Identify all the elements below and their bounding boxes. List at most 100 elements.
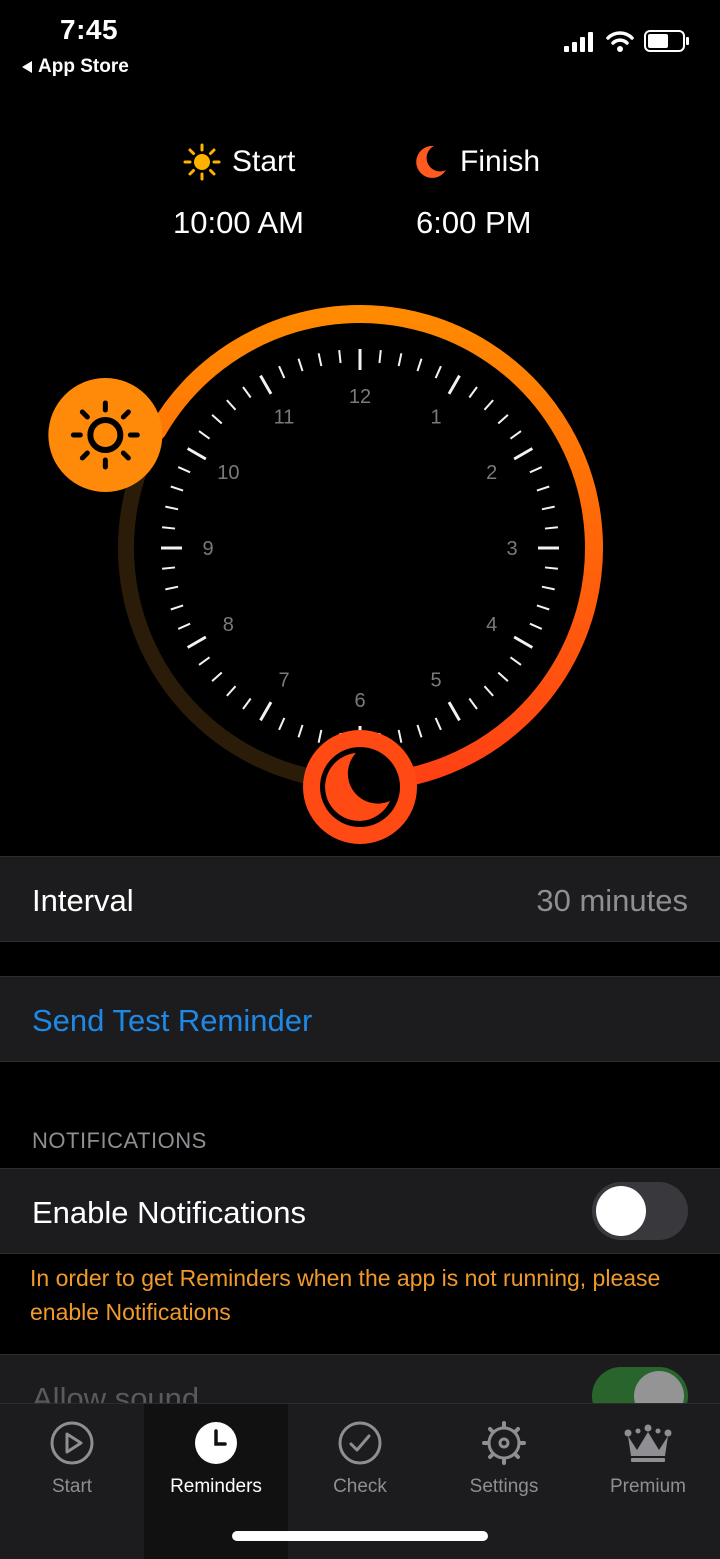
cellular-signal-icon — [564, 32, 593, 52]
play-circle-icon — [50, 1421, 94, 1465]
tab-reminders-label: Reminders — [170, 1476, 262, 1497]
moon-icon — [416, 145, 446, 178]
toggle-knob — [596, 1186, 646, 1236]
dial-hour-label: 12 — [349, 386, 371, 408]
dial-ticks — [161, 349, 559, 747]
send-test-reminder-row[interactable]: Send Test Reminder — [0, 976, 720, 1062]
gear-icon — [482, 1421, 526, 1465]
dial-minute-tick — [416, 724, 423, 738]
dial-hour-label: 6 — [354, 690, 365, 712]
start-header: Start — [182, 142, 295, 182]
dial-minute-tick — [226, 685, 237, 697]
dial-hour-label: 3 — [506, 538, 517, 560]
dial-minute-tick — [297, 724, 304, 738]
finish-handle[interactable] — [303, 730, 417, 844]
dial-minute-tick — [536, 485, 550, 492]
dial-minute-tick — [317, 729, 323, 743]
dial-minute-tick — [165, 505, 179, 511]
dial-hour-label: 9 — [202, 538, 213, 560]
dial-minute-tick — [170, 604, 184, 611]
dial-hour-label: 8 — [223, 614, 234, 636]
dial-minute-tick — [541, 505, 555, 511]
tab-check-label: Check — [333, 1476, 387, 1497]
dial-minute-tick — [509, 656, 522, 666]
dial-minute-tick — [317, 353, 323, 367]
battery-icon — [644, 30, 689, 52]
interval-row[interactable]: Interval 30 minutes — [0, 856, 720, 942]
status-time: 7:45 — [60, 14, 119, 45]
dial-hour-labels: 121234567891011 — [202, 386, 517, 712]
interval-value: 30 minutes — [536, 883, 688, 918]
crown-icon — [624, 1424, 672, 1462]
dial-minute-tick — [468, 697, 478, 710]
dial-minute-tick — [497, 671, 509, 682]
enable-notifications-row: Enable Notifications — [0, 1168, 720, 1254]
dial-minute-tick — [397, 729, 403, 743]
tab-premium[interactable]: Premium — [576, 1404, 720, 1559]
dial-minute-tick — [378, 349, 382, 364]
start-label: Start — [232, 145, 296, 178]
dial-minute-tick — [483, 399, 494, 411]
dial-hour-label: 2 — [486, 462, 497, 484]
dial-minute-tick — [541, 585, 555, 591]
dial-hour-tick — [186, 635, 207, 649]
finish-time[interactable]: 6:00 PM — [416, 205, 531, 241]
dial-minute-tick — [226, 399, 237, 411]
back-link-label: App Store — [38, 56, 129, 77]
start-time[interactable]: 10:00 AM — [173, 205, 304, 241]
notifications-hint: In order to get Reminders when the app i… — [30, 1265, 661, 1325]
dial-hour-tick — [259, 701, 273, 722]
tab-start[interactable]: Start — [0, 1404, 144, 1559]
clock-icon — [195, 1422, 237, 1464]
dial-hour-label: 4 — [486, 614, 497, 636]
dial-hour-tick — [447, 374, 461, 395]
home-indicator — [232, 1531, 488, 1541]
checkmark-circle-icon — [338, 1421, 382, 1465]
dial-minute-tick — [338, 349, 342, 364]
dial-minute-tick — [242, 697, 252, 710]
dial-minute-tick — [165, 585, 179, 591]
finish-header: Finish — [410, 142, 540, 182]
dial-minute-tick — [483, 685, 494, 697]
time-range-dial[interactable]: 121234567891011 — [0, 290, 720, 850]
dial-minute-tick — [529, 622, 543, 630]
interval-label: Interval — [32, 883, 134, 918]
status-icons — [564, 30, 690, 52]
dial-minute-tick — [544, 526, 559, 530]
enable-notifications-label: Enable Notifications — [32, 1195, 306, 1230]
dial-minute-tick — [544, 566, 559, 570]
dial-minute-tick — [509, 430, 522, 440]
enable-notifications-toggle[interactable] — [592, 1182, 688, 1240]
dial-minute-tick — [529, 466, 543, 474]
dial-minute-tick — [161, 526, 176, 530]
wifi-icon — [606, 31, 634, 52]
dial-minute-tick — [497, 414, 509, 425]
dial-hour-tick — [447, 701, 461, 722]
dial-minute-tick — [211, 414, 223, 425]
tab-settings-label: Settings — [469, 1476, 539, 1497]
dial-minute-tick — [211, 671, 223, 682]
dial-minute-tick — [177, 622, 191, 630]
finish-label: Finish — [460, 145, 541, 178]
dial-hour-label: 7 — [278, 670, 289, 692]
dial-minute-tick — [434, 717, 442, 731]
sun-icon — [183, 143, 221, 181]
tab-premium-label: Premium — [609, 1476, 686, 1497]
dial-minute-tick — [198, 430, 211, 440]
send-test-reminder-button[interactable]: Send Test Reminder — [32, 1003, 312, 1039]
dial-minute-tick — [468, 386, 478, 399]
dial-minute-tick — [434, 365, 442, 379]
dial-hour-tick — [186, 447, 207, 461]
dial-minute-tick — [416, 358, 423, 372]
dial-hour-label: 1 — [430, 406, 441, 428]
dial-minute-tick — [177, 466, 191, 474]
dial-minute-tick — [278, 365, 286, 379]
tab-start-label: Start — [51, 1476, 93, 1497]
start-handle[interactable] — [48, 378, 163, 492]
dial-hour-tick — [513, 447, 534, 461]
dial-minute-tick — [297, 358, 304, 372]
back-to-app-store-link[interactable]: App Store — [22, 56, 129, 78]
dial-minute-tick — [170, 485, 184, 492]
dial-minute-tick — [161, 566, 176, 570]
dial-hour-label: 11 — [274, 406, 295, 428]
